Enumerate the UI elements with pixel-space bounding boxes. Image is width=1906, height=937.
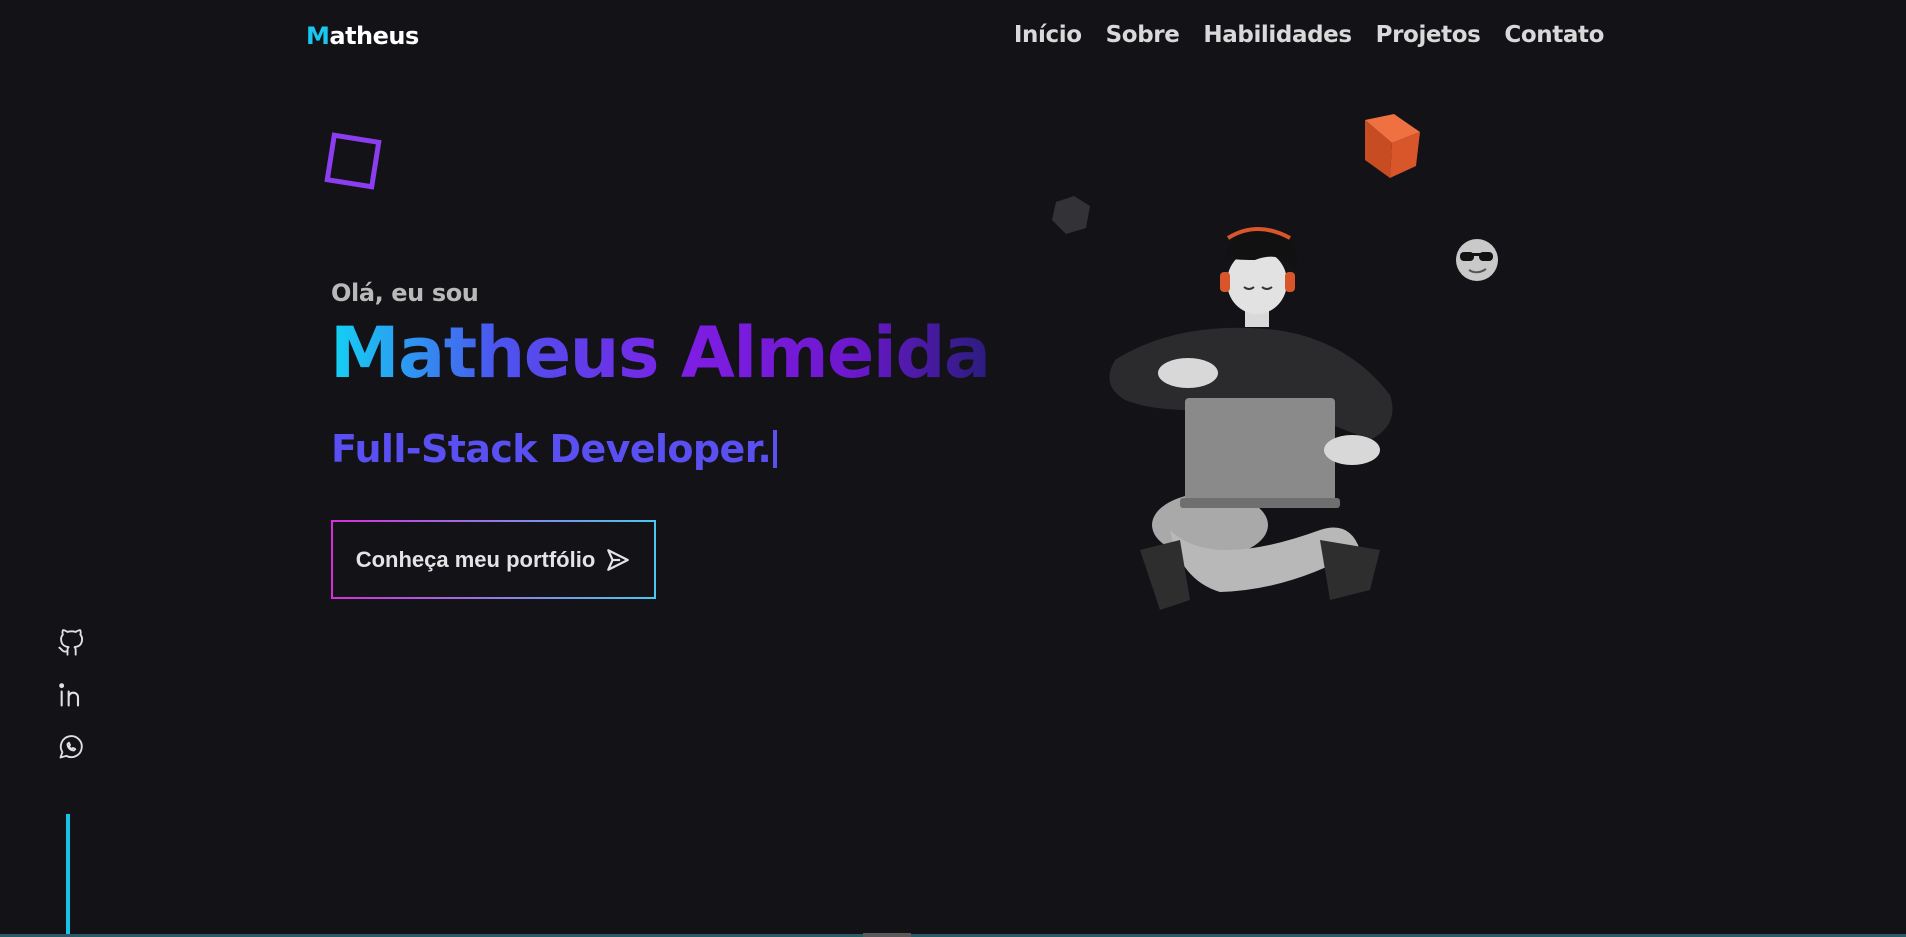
hero-greeting: Olá, eu sou <box>331 279 479 307</box>
nav-inicio[interactable]: Início <box>1014 22 1082 48</box>
typing-caret <box>773 430 778 468</box>
logo[interactable]: Matheus <box>306 22 419 50</box>
hero-illustration <box>1052 114 1498 610</box>
whatsapp-icon[interactable] <box>55 731 87 763</box>
developer-character <box>1109 227 1393 610</box>
main-nav: Início Sobre Habilidades Projetos Contat… <box>1014 22 1605 48</box>
horizontal-scrollbar[interactable] <box>863 933 911 937</box>
nav-contato[interactable]: Contato <box>1504 22 1604 48</box>
linkedin-icon[interactable] <box>55 679 87 711</box>
hero-name: Matheus Almeida <box>330 312 991 394</box>
dark-cube-icon <box>1052 196 1090 234</box>
decorative-square <box>324 132 382 190</box>
portfolio-button-label: Conheça meu portfólio <box>355 546 596 572</box>
github-icon[interactable] <box>55 627 87 659</box>
nav-habilidades[interactable]: Habilidades <box>1203 22 1352 48</box>
hero-role: Full-Stack Developer. <box>331 427 778 471</box>
orange-cube-icon <box>1365 114 1420 178</box>
hero-role-text: Full-Stack Developer. <box>331 427 772 471</box>
portfolio-button[interactable]: Conheça meu portfólio <box>331 520 656 599</box>
social-vertical-line <box>66 814 70 937</box>
nav-projetos[interactable]: Projetos <box>1376 22 1481 48</box>
sunglasses-emoji-icon <box>1456 239 1498 281</box>
logo-text: atheus <box>329 22 419 50</box>
social-links <box>55 627 87 763</box>
nav-sobre[interactable]: Sobre <box>1106 22 1180 48</box>
logo-initial: M <box>306 22 330 50</box>
send-icon <box>607 548 630 571</box>
